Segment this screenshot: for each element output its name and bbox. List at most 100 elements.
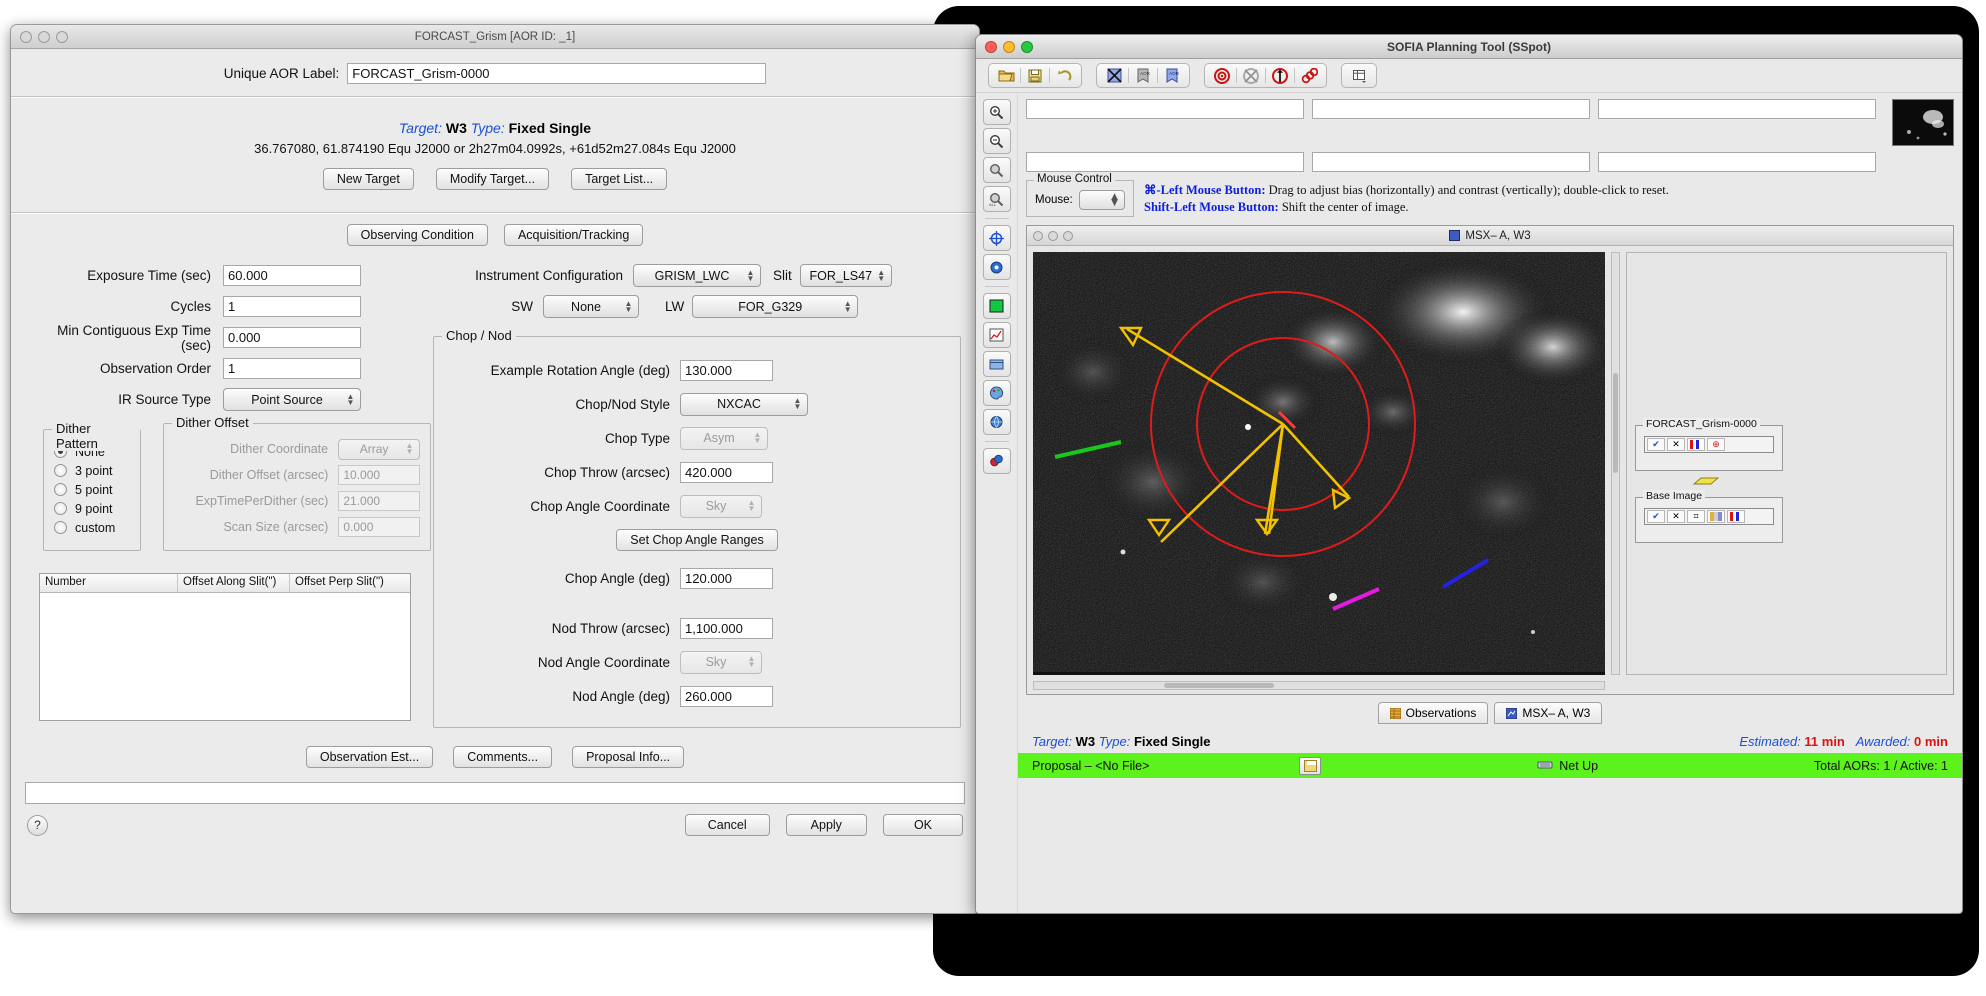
exposure-time-input[interactable]: 60.000 [223, 265, 361, 286]
target-icon[interactable] [1208, 65, 1236, 86]
grid-icon[interactable] [982, 293, 1011, 319]
tab-observations[interactable]: Observations [1377, 702, 1489, 724]
modify-target-button[interactable]: Modify Target... [435, 168, 550, 190]
table-view-icon[interactable] [1345, 65, 1373, 86]
markers-icon[interactable] [982, 448, 1011, 474]
duplicate-aor-icon[interactable]: AOR [1129, 65, 1157, 86]
save-proposal-icon[interactable] [1299, 756, 1322, 775]
tab-observing-condition[interactable]: Observing Condition [346, 224, 488, 246]
example-rotation-angle-input[interactable]: 130.000 [680, 359, 773, 381]
undo-icon[interactable] [1050, 65, 1078, 86]
ir-source-type-select[interactable]: Point Source ▲ ▼ [223, 388, 361, 411]
dither-offset-group: Dither Offset Dither Coordinate Array ▲ ▼… [163, 415, 431, 551]
target-marker-icon[interactable]: ⊕ [1707, 438, 1725, 451]
radio-custom-icon[interactable] [54, 521, 67, 534]
base-image-layer-controls[interactable]: ✔ ✕ ⌗ [1644, 508, 1774, 525]
toolbar-group-file [988, 63, 1082, 88]
delete-layer-icon[interactable]: ✕ [1667, 438, 1685, 451]
zoom-out-icon[interactable] [982, 128, 1011, 154]
overlay-layer-controls[interactable]: ✔ ✕ ⊕ [1644, 436, 1774, 453]
zoom-in-icon[interactable] [982, 99, 1011, 125]
cancel-button[interactable]: Cancel [684, 814, 770, 836]
sidebar-divider [984, 218, 1009, 219]
help-icon[interactable]: ? [27, 814, 48, 836]
row-nod-angle: Nod Angle (deg) 260.000 [444, 679, 950, 713]
aor-label-input[interactable]: FORCAST_Grism-0000 [347, 63, 767, 84]
visibility-check-icon[interactable]: ✔ [1647, 510, 1665, 523]
readout-field-5[interactable] [1312, 152, 1590, 172]
nod-throw-input[interactable]: 1,100.000 [680, 617, 773, 639]
radio-5-point[interactable]: 5 point [54, 480, 130, 499]
offset-table[interactable]: Number Offset Along Slit(") Offset Perp … [39, 573, 411, 721]
center-target-icon[interactable] [982, 254, 1011, 280]
readout-field-6[interactable] [1598, 152, 1876, 172]
image-vertical-scrollbar[interactable] [1611, 252, 1620, 675]
target-up-icon[interactable] [1266, 65, 1294, 86]
lw-select[interactable]: FOR_G329 ▲ ▼ [692, 295, 859, 318]
target-chain-icon[interactable] [1295, 65, 1323, 86]
stretch-icon[interactable] [1727, 510, 1745, 523]
net-up-status: Net Up [1537, 759, 1598, 773]
min-contiguous-input[interactable]: 0.000 [223, 327, 361, 348]
offset-table-body[interactable] [40, 593, 410, 720]
tab-acquisition-tracking[interactable]: Acquisition/Tracking [503, 224, 644, 246]
instrument-config-select[interactable]: GRISM_LWC ▲ ▼ [633, 264, 761, 287]
aor-action-buttons: Observation Est... Comments... Proposal … [11, 746, 979, 768]
proposal-info-button[interactable]: Proposal Info... [572, 746, 685, 768]
observation-est-button[interactable]: Observation Est... [305, 746, 434, 768]
delete-layer-icon[interactable]: ✕ [1667, 510, 1685, 523]
chevron-updown-icon: ▲ ▼ [746, 267, 755, 283]
chop-throw-input[interactable]: 420.000 [680, 461, 773, 483]
image-horizontal-scrollbar[interactable] [1033, 681, 1605, 690]
mouse-mode-select[interactable]: ▲ ▼ [1078, 190, 1125, 210]
readout-field-2[interactable] [1312, 99, 1590, 119]
col-offset-perp-slit[interactable]: Offset Perp Slit(") [290, 574, 410, 592]
slit-select[interactable]: FOR_LS47 ▲ ▼ [799, 264, 892, 287]
layers-icon[interactable] [982, 351, 1011, 377]
radio-9-point[interactable]: 9 point [54, 499, 130, 518]
readout-field-4[interactable] [1026, 152, 1304, 172]
colormap-icon[interactable] [1707, 510, 1725, 523]
readout-field-3[interactable] [1598, 99, 1876, 119]
radio-3-point[interactable]: 3 point [54, 461, 130, 480]
delete-aor-icon[interactable] [1100, 65, 1128, 86]
new-target-button[interactable]: New Target [322, 168, 414, 190]
col-offset-along-slit[interactable]: Offset Along Slit(") [178, 574, 290, 592]
chart-icon[interactable] [982, 322, 1011, 348]
chop-nod-style-select[interactable]: NXCAC ▲ ▼ [680, 392, 808, 416]
color-bars-icon[interactable] [1687, 438, 1705, 451]
col-number[interactable]: Number [40, 574, 178, 592]
set-chop-angle-ranges-button[interactable]: Set Chop Angle Ranges [616, 529, 778, 551]
target-list-button[interactable]: Target List... [571, 168, 668, 190]
new-aor-icon[interactable]: AOR [1158, 65, 1186, 86]
aor-footer-field[interactable] [25, 782, 965, 804]
observation-order-input[interactable]: 1 [223, 358, 361, 379]
image-tab-icon [1505, 707, 1518, 719]
palette-icon[interactable] [982, 380, 1011, 406]
chop-angle-input[interactable]: 120.000 [680, 567, 773, 589]
save-floppy-icon[interactable] [1021, 65, 1049, 86]
radio-9-point-icon[interactable] [54, 502, 67, 515]
zoom-fit-icon[interactable] [982, 157, 1011, 183]
comments-button[interactable]: Comments... [453, 746, 553, 768]
radio-3-point-icon[interactable] [54, 464, 67, 477]
open-folder-icon[interactable] [992, 65, 1020, 86]
zoom-all-icon[interactable]: ALL [982, 186, 1011, 212]
apply-button[interactable]: Apply [785, 814, 867, 836]
tab-image[interactable]: MSX– A, W3 [1494, 702, 1603, 724]
nod-angle-input[interactable]: 260.000 [680, 685, 773, 707]
readout-field-1[interactable] [1026, 99, 1304, 119]
crop-icon[interactable]: ⌗ [1687, 510, 1705, 523]
visibility-check-icon[interactable]: ✔ [1647, 438, 1665, 451]
scan-size-label: Scan Size (arcsec) [223, 520, 329, 534]
cycles-input[interactable]: 1 [223, 296, 361, 317]
globe-icon[interactable] [982, 409, 1011, 435]
sw-select[interactable]: None ▲ ▼ [543, 295, 639, 318]
crosshair-icon[interactable] [982, 225, 1011, 251]
ok-button[interactable]: OK [882, 814, 963, 836]
radio-custom[interactable]: custom [54, 518, 130, 537]
radio-5-point-icon[interactable] [54, 483, 67, 496]
sky-image-canvas[interactable] [1033, 252, 1605, 675]
image-thumbnail[interactable] [1892, 99, 1954, 146]
target-disabled-icon[interactable] [1237, 65, 1265, 86]
